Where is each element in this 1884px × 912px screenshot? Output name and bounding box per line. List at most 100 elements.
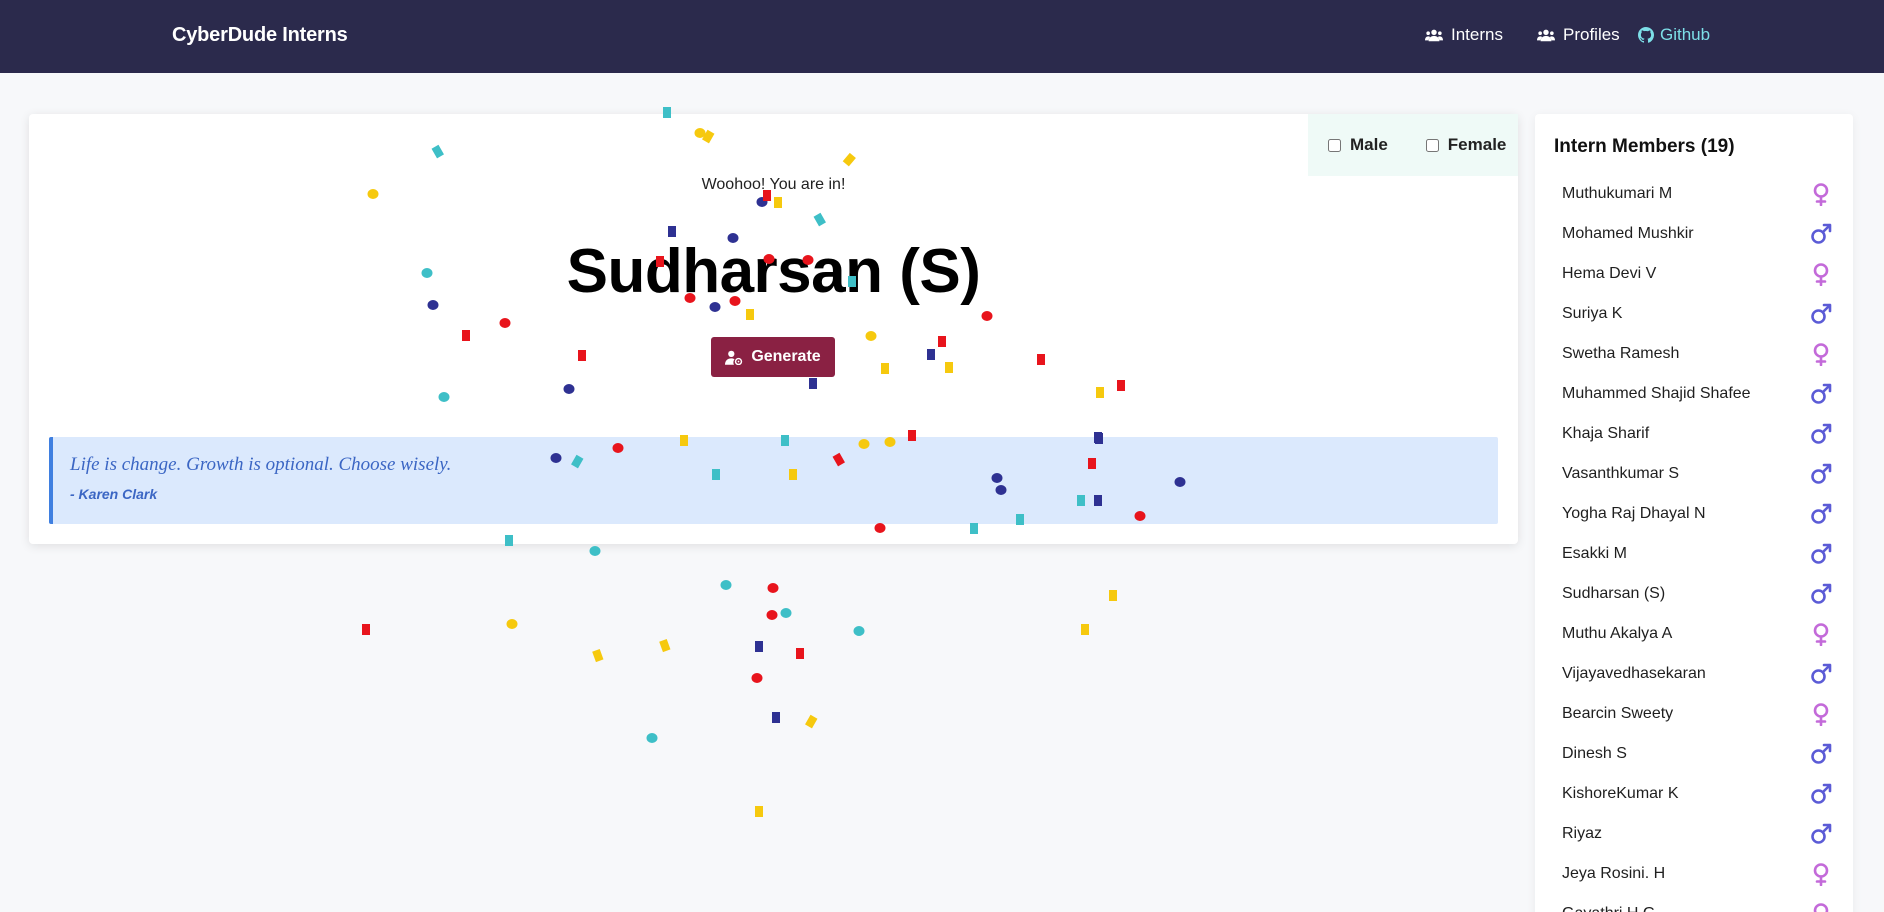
- confetti-piece: [853, 626, 865, 636]
- intern-member-name: Gayathri H G: [1562, 905, 1655, 912]
- nav-link-interns[interactable]: Interns: [1425, 25, 1503, 45]
- quote-block: Life is change. Growth is optional. Choo…: [49, 437, 1498, 524]
- male-checkbox[interactable]: [1328, 138, 1341, 152]
- intern-member-item[interactable]: KishoreKumar K: [1535, 774, 1853, 814]
- intern-member-list: Muthukumari M Mohamed Mushkir Hema Devi V S…: [1535, 174, 1853, 912]
- nav-link-label: Interns: [1451, 25, 1503, 44]
- intern-member-name: Dinesh S: [1562, 745, 1627, 762]
- male-icon: [1811, 543, 1832, 564]
- intern-member-item[interactable]: Muthukumari M: [1535, 174, 1853, 214]
- confetti-piece: [755, 641, 763, 652]
- intern-member-item[interactable]: Khaja Sharif: [1535, 414, 1853, 454]
- male-icon: [1811, 663, 1832, 684]
- confetti-piece: [796, 648, 804, 659]
- female-icon: [1813, 623, 1829, 646]
- intern-member-name: Hema Devi V: [1562, 265, 1657, 282]
- female-icon: [1813, 263, 1829, 286]
- nav-link-profiles[interactable]: Profiles: [1537, 25, 1620, 45]
- intern-member-name: Jeya Rosini. H: [1562, 865, 1666, 882]
- intern-member-name: Muhammed Shajid Shafee: [1562, 385, 1751, 402]
- confetti-piece: [659, 638, 671, 653]
- intern-member-name: Swetha Ramesh: [1562, 345, 1680, 362]
- generate-button-label: Generate: [751, 348, 821, 365]
- female-icon: [1813, 863, 1829, 886]
- quote-text: Life is change. Growth is optional. Choo…: [70, 454, 452, 475]
- intern-member-item[interactable]: Muthu Akalya A: [1535, 614, 1853, 654]
- intern-member-item[interactable]: Riyaz: [1535, 814, 1853, 854]
- generate-button[interactable]: Generate: [711, 337, 835, 377]
- male-icon: [1811, 423, 1832, 444]
- male-icon: [1811, 783, 1832, 804]
- confetti-piece: [772, 712, 780, 723]
- intern-member-item[interactable]: Gayathri H G: [1535, 894, 1853, 912]
- male-icon: [1811, 583, 1832, 604]
- intern-member-item[interactable]: Vasanthkumar S: [1535, 454, 1853, 494]
- quote-author: - Karen Clark: [70, 486, 158, 502]
- filter-female-label: Female: [1447, 135, 1507, 154]
- female-icon: [1813, 183, 1829, 206]
- female-icon: [1813, 343, 1829, 366]
- confetti-piece: [720, 580, 732, 590]
- intern-member-name: Mohamed Mushkir: [1562, 225, 1694, 242]
- intern-member-item[interactable]: Sudharsan (S): [1535, 574, 1853, 614]
- intern-member-name: Muthukumari M: [1562, 185, 1673, 202]
- result-subtitle: Woohoo! You are in!: [701, 176, 846, 193]
- randomizer-card: Male Female Woohoo! You are in! Sudharsa…: [29, 114, 1518, 544]
- github-icon: [1638, 27, 1654, 43]
- intern-member-name: Vasanthkumar S: [1562, 465, 1680, 482]
- confetti-piece: [780, 608, 792, 618]
- top-navbar: CyberDude Interns Interns Profiles Githu…: [0, 0, 1884, 73]
- confetti-piece: [766, 610, 778, 620]
- male-icon: [1811, 503, 1832, 524]
- male-icon: [1811, 383, 1832, 404]
- confetti-piece: [646, 733, 658, 743]
- intern-member-item[interactable]: Dinesh S: [1535, 734, 1853, 774]
- intern-member-name: Vijayavedhasekaran: [1562, 665, 1706, 682]
- gender-filter: Male Female: [1308, 114, 1518, 176]
- filter-male-label: Male: [1350, 135, 1388, 154]
- selected-intern-name: Sudharsan (S): [566, 237, 981, 306]
- intern-member-item[interactable]: Hema Devi V: [1535, 254, 1853, 294]
- nav-link-label: Github: [1660, 25, 1711, 44]
- brand-logo-text[interactable]: CyberDude Interns: [172, 24, 348, 47]
- intern-member-name: Suriya K: [1562, 305, 1623, 322]
- intern-member-name: Khaja Sharif: [1562, 425, 1650, 442]
- intern-members-panel: Intern Members (19) Muthukumari M Mohamed…: [1535, 114, 1853, 912]
- intern-member-name: Bearcin Sweety: [1562, 705, 1674, 722]
- confetti-piece: [1081, 624, 1089, 635]
- confetti-piece: [755, 806, 763, 817]
- intern-member-item[interactable]: Swetha Ramesh: [1535, 334, 1853, 374]
- nav-link-label: Profiles: [1563, 25, 1620, 44]
- intern-member-item[interactable]: Bearcin Sweety: [1535, 694, 1853, 734]
- female-icon: [1813, 903, 1829, 912]
- intern-member-item[interactable]: Mohamed Mushkir: [1535, 214, 1853, 254]
- user-gear-icon: [725, 350, 743, 365]
- filter-male[interactable]: Male: [1328, 135, 1388, 155]
- confetti-piece: [1109, 590, 1117, 601]
- filter-female[interactable]: Female: [1425, 135, 1507, 155]
- male-icon: [1811, 223, 1832, 244]
- intern-member-name: KishoreKumar K: [1562, 785, 1679, 802]
- intern-member-name: Sudharsan (S): [1562, 585, 1666, 602]
- intern-member-item[interactable]: Suriya K: [1535, 294, 1853, 334]
- female-checkbox[interactable]: [1425, 138, 1439, 152]
- confetti-piece: [589, 546, 601, 556]
- intern-member-name: Yogha Raj Dhayal N: [1562, 505, 1706, 522]
- confetti-piece: [506, 619, 518, 629]
- intern-member-item[interactable]: Jeya Rosini. H: [1535, 854, 1853, 894]
- intern-member-item[interactable]: Vijayavedhasekaran: [1535, 654, 1853, 694]
- nav-link-github[interactable]: Github: [1638, 25, 1710, 45]
- intern-member-item[interactable]: Muhammed Shajid Shafee: [1535, 374, 1853, 414]
- confetti-piece: [362, 624, 370, 635]
- intern-member-name: Riyaz: [1562, 825, 1603, 842]
- male-icon: [1811, 463, 1832, 484]
- confetti-piece: [767, 583, 779, 593]
- intern-member-name: Esakki M: [1562, 545, 1627, 562]
- confetti-piece: [805, 714, 818, 729]
- female-icon: [1813, 703, 1829, 726]
- intern-members-title: Intern Members (19): [1554, 136, 1735, 157]
- users-icon: [1537, 29, 1555, 42]
- intern-member-item[interactable]: Esakki M: [1535, 534, 1853, 574]
- users-icon: [1425, 29, 1443, 42]
- intern-member-item[interactable]: Yogha Raj Dhayal N: [1535, 494, 1853, 534]
